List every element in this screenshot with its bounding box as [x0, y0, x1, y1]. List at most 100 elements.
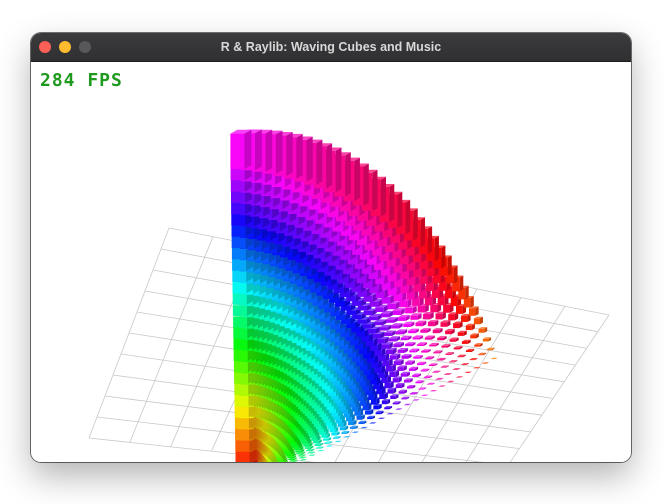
cube	[415, 380, 424, 384]
grid-line	[509, 314, 610, 462]
cube	[395, 382, 405, 389]
cube	[377, 417, 386, 419]
cube	[464, 371, 472, 373]
title-bar[interactable]: R & Raylib: Waving Cubes and Music	[31, 33, 631, 62]
cube	[405, 342, 416, 347]
cube	[307, 451, 316, 454]
cube	[457, 354, 466, 358]
cube	[397, 348, 408, 353]
cube	[425, 356, 435, 360]
cube	[341, 430, 350, 434]
cube	[478, 352, 487, 356]
cube	[455, 376, 464, 378]
cube	[417, 342, 427, 346]
cube	[461, 339, 471, 344]
cube	[426, 382, 435, 385]
cube	[447, 380, 455, 383]
window-title: R & Raylib: Waving Cubes and Music	[220, 40, 442, 54]
cube	[415, 320, 427, 327]
waving-cubes	[230, 129, 498, 462]
cube	[392, 401, 401, 405]
cube	[469, 306, 479, 316]
cube	[432, 370, 441, 373]
cube	[405, 360, 415, 365]
cube	[410, 313, 422, 320]
cube	[398, 389, 407, 394]
cube	[393, 342, 404, 348]
cube	[461, 363, 469, 365]
cube	[457, 330, 467, 336]
cube	[386, 413, 394, 415]
cube	[401, 354, 412, 359]
cube	[298, 456, 307, 459]
cube	[398, 314, 410, 321]
cube	[389, 353, 401, 360]
cube	[391, 323, 403, 329]
cube	[393, 359, 404, 366]
cube	[429, 390, 438, 392]
cube	[420, 328, 431, 333]
cube	[314, 443, 323, 446]
cube	[473, 316, 483, 325]
cube	[407, 385, 416, 389]
cube	[421, 394, 429, 396]
cube	[392, 376, 402, 383]
cube	[422, 312, 434, 320]
cube	[408, 328, 419, 334]
cube	[350, 425, 358, 429]
cube	[474, 343, 483, 347]
cube	[453, 346, 463, 350]
cube	[409, 348, 420, 353]
cube	[417, 361, 427, 366]
cube	[465, 348, 475, 352]
cube	[379, 324, 392, 331]
cube	[395, 408, 403, 410]
cube	[453, 321, 463, 329]
cube	[403, 321, 415, 327]
cube	[437, 336, 447, 341]
cube	[351, 431, 360, 433]
cube	[440, 365, 449, 368]
cube	[343, 436, 351, 438]
cube	[306, 448, 315, 452]
cube	[441, 344, 451, 348]
cube	[317, 449, 325, 452]
cube	[440, 320, 451, 327]
cube	[427, 320, 439, 327]
cube	[404, 378, 413, 383]
cube	[449, 360, 458, 363]
cube	[324, 441, 333, 444]
cube	[325, 445, 334, 447]
cube	[445, 352, 455, 355]
cube	[418, 387, 427, 390]
cube	[421, 349, 431, 353]
cube	[384, 406, 393, 410]
cube	[360, 426, 368, 429]
cube	[465, 323, 475, 331]
cube	[478, 327, 488, 333]
cube	[469, 358, 478, 361]
cube	[486, 347, 495, 351]
cube	[369, 422, 377, 424]
cube	[435, 377, 444, 380]
cube	[387, 387, 397, 394]
cube	[412, 373, 421, 377]
cube	[367, 415, 375, 420]
cube	[230, 129, 252, 169]
cube	[308, 454, 316, 456]
cube	[373, 404, 382, 410]
render-viewport[interactable]: 284 FPS	[31, 62, 631, 462]
cube	[299, 459, 308, 461]
cube	[428, 363, 438, 366]
cube	[452, 368, 461, 370]
cube	[423, 375, 433, 379]
cube	[449, 337, 459, 342]
cube	[334, 440, 342, 443]
cube	[470, 333, 479, 339]
cube	[384, 330, 396, 336]
cube	[408, 366, 419, 371]
cube	[444, 373, 452, 375]
cube	[396, 329, 408, 335]
cube	[433, 350, 443, 354]
cube	[445, 328, 455, 335]
